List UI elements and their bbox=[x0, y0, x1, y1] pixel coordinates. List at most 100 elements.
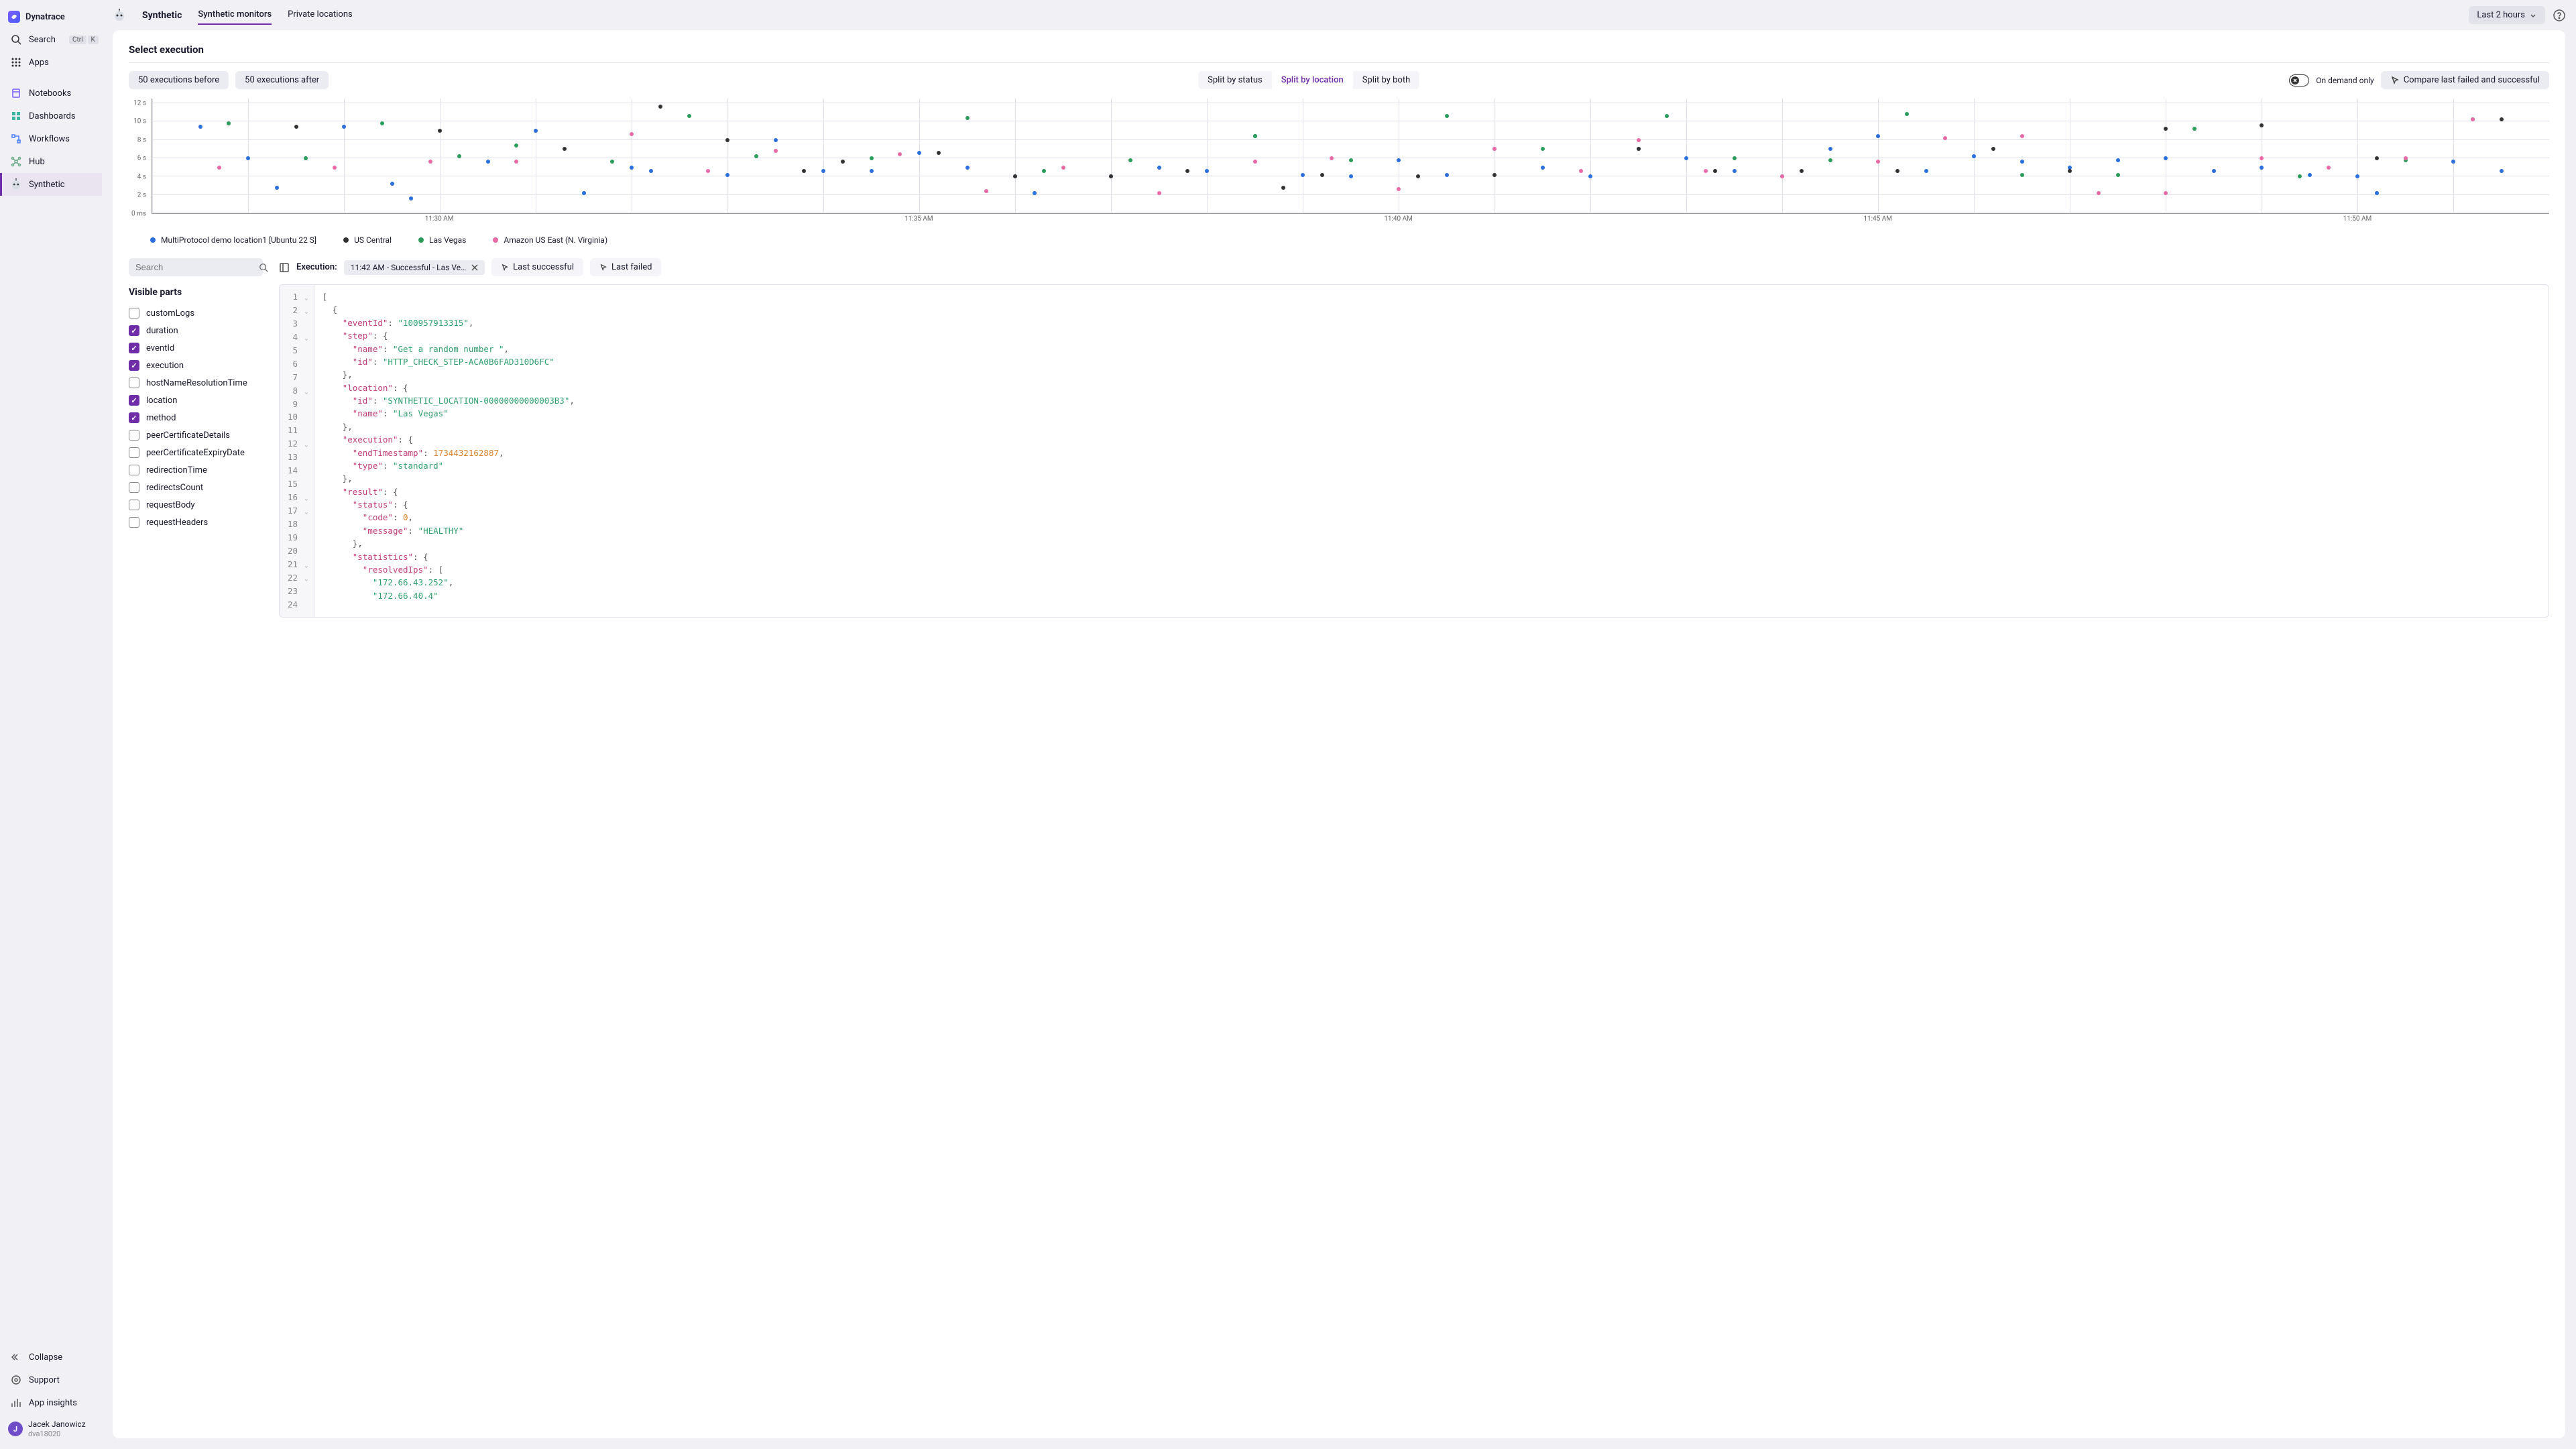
chart-point[interactable] bbox=[1033, 191, 1037, 195]
part-eventId[interactable]: eventId bbox=[129, 339, 263, 357]
chart-point[interactable] bbox=[1876, 134, 1880, 138]
chart-point[interactable] bbox=[2164, 127, 2168, 131]
part-requestBody[interactable]: requestBody bbox=[129, 496, 263, 514]
checkbox[interactable] bbox=[129, 325, 139, 336]
chart-point[interactable] bbox=[2116, 158, 2120, 162]
compare-button[interactable]: Compare last failed and successful bbox=[2381, 71, 2549, 89]
chart-point[interactable] bbox=[2192, 127, 2197, 131]
chart-point[interactable] bbox=[198, 125, 202, 129]
execution-chart[interactable]: 0 ms2 s4 s6 s8 s10 s12 s 11:30 AM11:35 A… bbox=[149, 99, 2549, 226]
chart-point[interactable] bbox=[1416, 174, 1420, 178]
chart-point[interactable] bbox=[725, 173, 729, 177]
chart-point[interactable] bbox=[342, 125, 346, 129]
legend-item[interactable]: Amazon US East (N. Virginia) bbox=[493, 235, 607, 245]
chart-point[interactable] bbox=[1397, 187, 1401, 191]
checkbox[interactable] bbox=[129, 412, 139, 423]
chart-point[interactable] bbox=[534, 129, 538, 133]
execution-chip[interactable]: 11:42 AM - Successful - Las Ve… bbox=[344, 260, 485, 275]
chart-point[interactable] bbox=[1713, 169, 1717, 173]
last-failed-button[interactable]: Last failed bbox=[590, 258, 661, 276]
chart-point[interactable] bbox=[630, 132, 634, 136]
part-peerCertificateExpiryDate[interactable]: peerCertificateExpiryDate bbox=[129, 444, 263, 461]
checkbox[interactable] bbox=[129, 308, 139, 318]
chart-point[interactable] bbox=[1205, 169, 1209, 173]
part-redirectsCount[interactable]: redirectsCount bbox=[129, 479, 263, 496]
chart-point[interactable] bbox=[2164, 191, 2168, 195]
chart-point[interactable] bbox=[1185, 169, 1189, 173]
chart-point[interactable] bbox=[1828, 147, 1832, 151]
close-icon[interactable] bbox=[471, 264, 478, 271]
chart-point[interactable] bbox=[1665, 114, 1669, 118]
last-successful-button[interactable]: Last successful bbox=[491, 258, 583, 276]
chart-point[interactable] bbox=[1588, 174, 1592, 178]
part-customLogs[interactable]: customLogs bbox=[129, 304, 263, 322]
chart-point[interactable] bbox=[2451, 160, 2455, 164]
chart-point[interactable] bbox=[2020, 173, 2024, 177]
chart-point[interactable] bbox=[1157, 191, 1161, 195]
part-peerCertificateDetails[interactable]: peerCertificateDetails bbox=[129, 426, 263, 444]
chart-point[interactable] bbox=[1492, 147, 1497, 151]
chart-point[interactable] bbox=[1972, 154, 1976, 158]
chart-point[interactable] bbox=[802, 169, 806, 173]
chart-point[interactable] bbox=[1301, 173, 1305, 177]
part-location[interactable]: location bbox=[129, 392, 263, 409]
chart-point[interactable] bbox=[457, 154, 461, 158]
chart-point[interactable] bbox=[630, 166, 634, 170]
chart-point[interactable] bbox=[227, 121, 231, 125]
part-duration[interactable]: duration bbox=[129, 322, 263, 339]
chart-point[interactable] bbox=[2375, 156, 2379, 160]
chart-point[interactable] bbox=[2471, 117, 2475, 121]
chart-point[interactable] bbox=[2308, 173, 2312, 177]
chart-point[interactable] bbox=[965, 166, 970, 170]
chart-point[interactable] bbox=[1943, 136, 1947, 140]
code-viewer[interactable]: 1 ⌄2 ⌄3 4 ⌄5 6 7 8 ⌄9 10 11 12 ⌄13 14 15… bbox=[279, 284, 2549, 618]
chart-point[interactable] bbox=[438, 129, 442, 133]
chart-point[interactable] bbox=[754, 154, 758, 158]
chart-point[interactable] bbox=[1828, 158, 1832, 162]
chart-point[interactable] bbox=[2500, 117, 2504, 121]
checkbox[interactable] bbox=[129, 430, 139, 441]
sidebar-item-notebooks[interactable]: Notebooks bbox=[0, 82, 102, 105]
chart-point[interactable] bbox=[1061, 166, 1065, 170]
chart-point[interactable] bbox=[582, 191, 586, 195]
chart-point[interactable] bbox=[2375, 191, 2379, 195]
split-split-by-status[interactable]: Split by status bbox=[1198, 71, 1272, 89]
checkbox[interactable] bbox=[129, 465, 139, 475]
chart-point[interactable] bbox=[1253, 134, 1257, 138]
split-split-by-both[interactable]: Split by both bbox=[1353, 71, 1420, 89]
chart-point[interactable] bbox=[1253, 160, 1257, 164]
chart-point[interactable] bbox=[217, 166, 221, 170]
chart-point[interactable] bbox=[1445, 173, 1449, 177]
checkbox[interactable] bbox=[129, 482, 139, 493]
chart-point[interactable] bbox=[2068, 169, 2072, 173]
chart-point[interactable] bbox=[304, 156, 308, 160]
tab-private-locations[interactable]: Private locations bbox=[288, 5, 353, 25]
chart-point[interactable] bbox=[2260, 166, 2264, 170]
chart-point[interactable] bbox=[1157, 166, 1161, 170]
chart-point[interactable] bbox=[821, 169, 825, 173]
chart-point[interactable] bbox=[428, 160, 432, 164]
chart-point[interactable] bbox=[2116, 173, 2120, 177]
checkbox[interactable] bbox=[129, 517, 139, 528]
chart-point[interactable] bbox=[917, 151, 921, 155]
chart-point[interactable] bbox=[2260, 123, 2264, 127]
chart-point[interactable] bbox=[1397, 158, 1401, 162]
chart-point[interactable] bbox=[1991, 147, 1995, 151]
chart-point[interactable] bbox=[1905, 112, 1909, 116]
checkbox[interactable] bbox=[129, 500, 139, 510]
part-requestHeaders[interactable]: requestHeaders bbox=[129, 514, 263, 531]
footer-app-insights[interactable]: App insights bbox=[0, 1391, 102, 1414]
chart-point[interactable] bbox=[409, 196, 413, 200]
chart-point[interactable] bbox=[774, 138, 778, 142]
chart-point[interactable] bbox=[870, 156, 874, 160]
parts-search[interactable] bbox=[129, 258, 263, 276]
chart-point[interactable] bbox=[649, 169, 653, 173]
chart-point[interactable] bbox=[1492, 173, 1497, 177]
checkbox[interactable] bbox=[129, 360, 139, 371]
chart-point[interactable] bbox=[514, 160, 518, 164]
chart-point[interactable] bbox=[2212, 169, 2216, 173]
checkbox[interactable] bbox=[129, 343, 139, 353]
chart-point[interactable] bbox=[1733, 169, 1737, 173]
chart-point[interactable] bbox=[1924, 169, 1928, 173]
chart-point[interactable] bbox=[1704, 169, 1708, 173]
